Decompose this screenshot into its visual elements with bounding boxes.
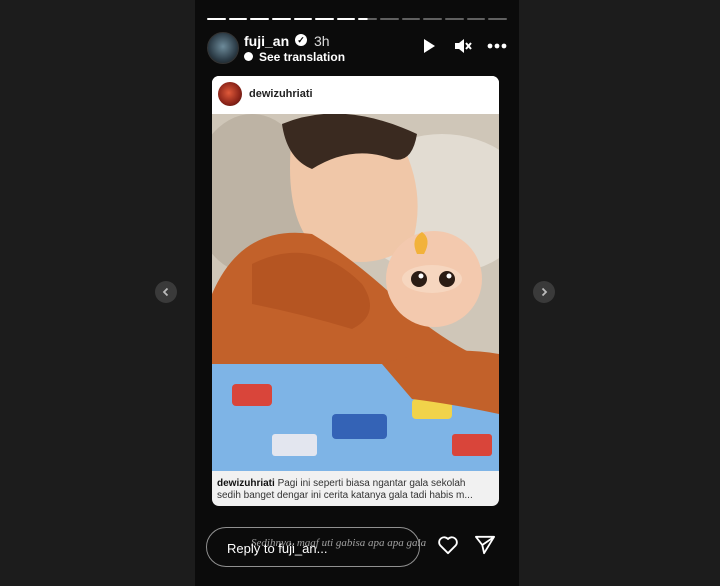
caption-line-1: Pagi ini seperti biasa ngantar gala seko… <box>277 478 466 489</box>
shared-post-photo <box>212 114 499 471</box>
story-header: fuji_an ✓ 3h See translation <box>207 30 507 66</box>
heart-icon[interactable] <box>437 535 459 560</box>
story-controls <box>419 36 507 56</box>
profile-avatar[interactable] <box>207 32 239 64</box>
send-icon[interactable] <box>474 535 496 560</box>
progress-segment <box>336 18 356 20</box>
shared-post-header: dewizuhriati <box>212 76 499 114</box>
story-progress-bar <box>207 18 507 21</box>
progress-segment <box>207 18 226 20</box>
story-username[interactable]: fuji_an <box>244 33 289 49</box>
progress-segment <box>423 18 443 20</box>
story-time: 3h <box>314 33 330 49</box>
translate-icon <box>244 52 253 61</box>
shared-post-caption: dewizuhriati Pagi ini seperti biasa ngan… <box>217 478 494 502</box>
shared-post-card[interactable]: dewizuhriati dewizuhriati Pagi ini seper… <box>212 76 499 506</box>
progress-segment <box>315 18 334 20</box>
progress-segment <box>380 18 399 20</box>
verified-badge-icon: ✓ <box>295 34 307 46</box>
chevron-right-icon <box>541 287 548 297</box>
chevron-left-icon <box>162 287 169 297</box>
progress-segment <box>445 18 464 20</box>
progress-segment <box>250 18 269 20</box>
story-viewer: fuji_an ✓ 3h See translation dewizuhriat… <box>195 0 519 586</box>
mute-icon[interactable] <box>453 36 473 56</box>
progress-segment <box>358 18 378 20</box>
progress-segment <box>466 18 486 20</box>
progress-segment <box>293 18 313 20</box>
next-story-button[interactable] <box>533 281 555 303</box>
progress-segment <box>401 18 421 20</box>
shared-post-username[interactable]: dewizuhriati <box>249 88 313 100</box>
previous-story-button[interactable] <box>155 281 177 303</box>
shared-post-avatar[interactable] <box>218 82 242 106</box>
see-translation-link[interactable]: See translation <box>259 50 345 64</box>
more-icon[interactable] <box>487 36 507 56</box>
progress-segment <box>271 18 291 20</box>
play-icon[interactable] <box>419 36 439 56</box>
caption-line-2: sedih banget dengar ini cerita katanya g… <box>217 490 473 501</box>
progress-segment <box>228 18 248 20</box>
caption-username[interactable]: dewizuhriati <box>217 478 275 489</box>
story-overlay-text: Sedihnya, maaf uti gabisa apa apa gala <box>251 537 427 549</box>
progress-segment <box>488 18 507 20</box>
